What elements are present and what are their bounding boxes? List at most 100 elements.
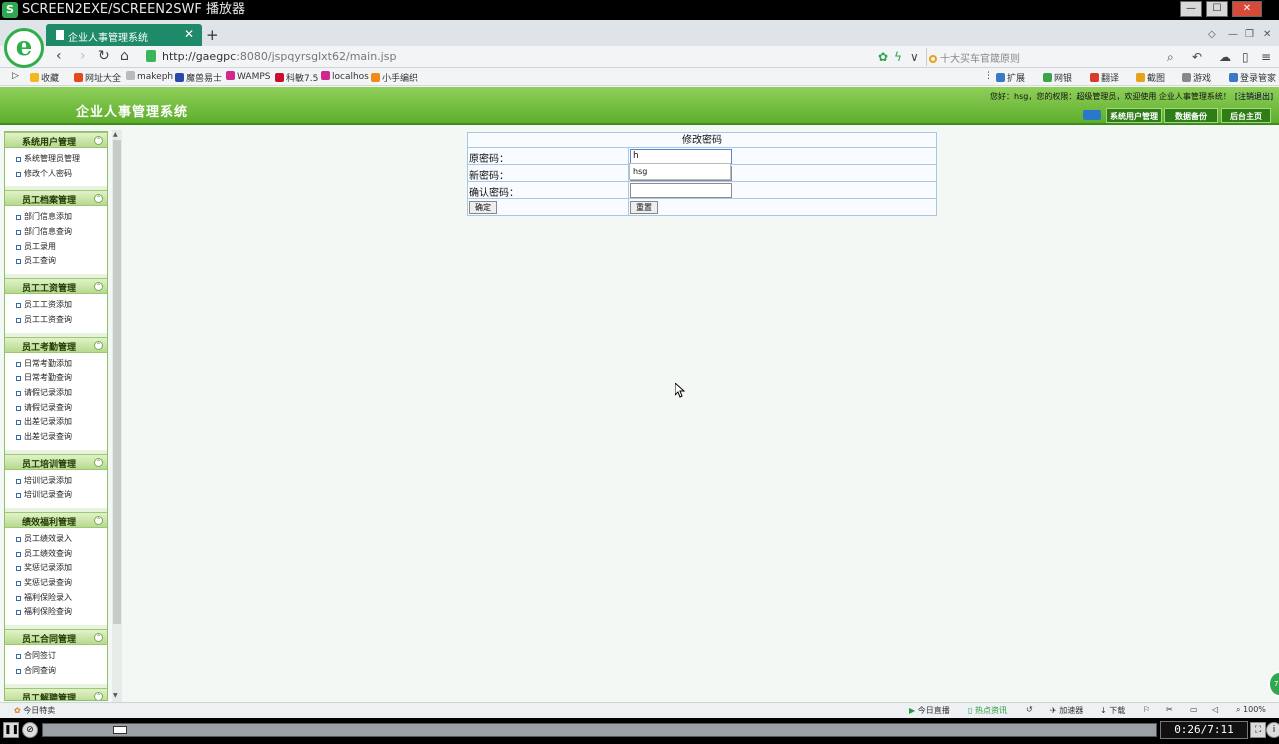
search-icon[interactable]: ⌕ bbox=[1167, 50, 1174, 65]
phone-icon[interactable]: ▯ bbox=[1242, 50, 1249, 64]
sidebar-item[interactable]: 请假记录添加 bbox=[5, 386, 107, 401]
lightning-icon[interactable]: ϟ bbox=[894, 50, 902, 64]
scroll-thumb[interactable] bbox=[113, 140, 121, 624]
floating-assistant-icon[interactable]: 7 bbox=[1268, 671, 1279, 697]
sidebar-item[interactable]: 系统管理员管理 bbox=[5, 152, 107, 167]
collapse-icon[interactable]: ⌃ bbox=[94, 516, 103, 525]
browser-logo-icon[interactable]: e bbox=[4, 28, 44, 68]
sidebar-item[interactable]: 培训记录添加 bbox=[5, 474, 107, 489]
status-zoom[interactable]: ⌕ 100% bbox=[1236, 705, 1266, 715]
chevron-down-icon[interactable]: ∨ bbox=[910, 50, 919, 64]
sidebar-group-header[interactable]: 员工工资管理 ⌃ bbox=[5, 278, 107, 295]
header-tab-data-backup[interactable]: 数据备份 bbox=[1164, 108, 1218, 123]
reload-icon[interactable]: ↻ bbox=[98, 48, 110, 64]
window-restore-icon[interactable]: ❐ bbox=[1245, 29, 1254, 40]
submit-button[interactable]: 确定 bbox=[469, 201, 497, 214]
sidebar-item[interactable]: 奖惩记录添加 bbox=[5, 561, 107, 576]
status-accelerator[interactable]: ✈ 加速器 bbox=[1050, 705, 1083, 716]
sidebar-item[interactable]: 部门信息查询 bbox=[5, 225, 107, 240]
status-news[interactable]: ▯ 热点资讯 bbox=[968, 705, 1007, 716]
minimize-button[interactable]: — bbox=[1180, 1, 1202, 17]
sidebar-item[interactable]: 员工绩效录入 bbox=[5, 532, 107, 547]
status-deals[interactable]: ✿ 今日特卖 bbox=[14, 705, 55, 716]
sidebar-item[interactable]: 福利保险查询 bbox=[5, 605, 107, 620]
forward-icon[interactable]: › bbox=[80, 48, 86, 64]
search-input[interactable]: 十大买车官箴原则 bbox=[926, 48, 1184, 66]
window-close-icon[interactable]: ✕ bbox=[1263, 29, 1271, 40]
bookmark-makeph[interactable]: makeph bbox=[126, 71, 173, 82]
sidebar-group-header[interactable]: 员工考勤管理 ⌃ bbox=[5, 336, 107, 353]
bookmark-moshou[interactable]: 魔兽易士 bbox=[175, 71, 222, 84]
toolbar-extensions[interactable]: 扩展 bbox=[996, 71, 1025, 84]
toolbar-screenshot[interactable]: 截图 bbox=[1136, 71, 1165, 84]
collapse-icon[interactable]: ⌃ bbox=[94, 194, 103, 204]
sidebar-group-header[interactable]: 员工解聘管理 ⌃ bbox=[5, 687, 107, 700]
old-password-input[interactable]: h bbox=[630, 149, 732, 164]
confirm-password-input[interactable] bbox=[630, 183, 732, 198]
collapse-icon[interactable]: ⌃ bbox=[94, 633, 103, 643]
stop-icon[interactable]: ⊘ bbox=[22, 722, 38, 738]
bookmark-kemin[interactable]: 科敏7.5 bbox=[275, 71, 318, 84]
logout-link[interactable]: [注销退出] bbox=[1235, 92, 1273, 101]
collapse-icon[interactable]: ⌃ bbox=[94, 691, 103, 700]
reset-button[interactable]: 重置 bbox=[630, 201, 658, 214]
sidebar-group-header[interactable]: 员工培训管理 ⌃ bbox=[5, 453, 107, 470]
scroll-up-icon[interactable]: ▲ bbox=[113, 131, 118, 138]
collapse-icon[interactable]: ⌃ bbox=[94, 340, 103, 350]
fullscreen-icon[interactable]: ⛶ bbox=[1250, 722, 1266, 738]
toolbar-more-icon[interactable]: ⋮ bbox=[984, 71, 993, 81]
sidebar-item[interactable]: 员工工资查询 bbox=[5, 313, 107, 328]
new-tab-icon[interactable]: + bbox=[206, 26, 219, 44]
sidebar-item[interactable]: 奖惩记录查询 bbox=[5, 576, 107, 591]
gear-icon[interactable]: ✿ bbox=[878, 50, 888, 64]
toolbar-translate[interactable]: 翻译 bbox=[1090, 71, 1119, 84]
sidebar-item[interactable]: 出差记录查询 bbox=[5, 430, 107, 445]
sidebar-item[interactable]: 合同签订 bbox=[5, 649, 107, 664]
status-window-icon[interactable]: ▭ bbox=[1190, 705, 1198, 714]
bookmark-favorites[interactable]: 收藏 bbox=[30, 71, 59, 84]
status-volume-icon[interactable]: ◁ bbox=[1212, 705, 1218, 714]
sidebar-item[interactable]: 员工工资添加 bbox=[5, 298, 107, 313]
scroll-down-icon[interactable]: ▼ bbox=[113, 692, 118, 699]
bookmark-site-nav[interactable]: 网址大全 bbox=[74, 71, 121, 84]
sidebar-item[interactable]: 员工查询 bbox=[5, 254, 107, 269]
url-input[interactable]: http://gaegpc:8080/jspqyrsglxt62/main.js… bbox=[144, 48, 870, 66]
status-refresh-icon[interactable]: ↺ bbox=[1026, 705, 1033, 714]
sidebar-item[interactable]: 请假记录查询 bbox=[5, 401, 107, 416]
collapse-icon[interactable]: ⌃ bbox=[94, 457, 103, 467]
sidebar-group-header[interactable]: 员工档案管理 ⌃ bbox=[5, 190, 107, 207]
sidebar-scrollbar[interactable]: ▲ ▼ bbox=[112, 130, 122, 702]
maximize-button[interactable]: ☐ bbox=[1206, 1, 1228, 17]
sidebar-item[interactable]: 员工绩效查询 bbox=[5, 547, 107, 562]
home-icon[interactable]: ⌂ bbox=[120, 48, 129, 64]
header-tab-user-management[interactable]: 系统用户管理 bbox=[1106, 108, 1162, 123]
seek-bar[interactable] bbox=[42, 723, 1157, 737]
bookmark-knitting[interactable]: 小手编织 bbox=[371, 71, 418, 84]
undo-icon[interactable]: ↶ bbox=[1192, 50, 1202, 64]
window-minimize-icon[interactable]: — bbox=[1228, 29, 1238, 40]
bookmark-localhost[interactable]: localhos bbox=[321, 71, 369, 82]
bookmarks-toggle-icon[interactable]: ▷ bbox=[12, 71, 19, 81]
status-download[interactable]: ↓ 下载 bbox=[1100, 705, 1125, 716]
autocomplete-suggestion[interactable]: hsg bbox=[629, 163, 731, 180]
sidebar-item[interactable]: 修改个人密码 bbox=[5, 167, 107, 182]
bookmark-wamps[interactable]: WAMPS bbox=[226, 71, 270, 82]
sidebar-group-header[interactable]: 绩效福利管理 ⌃ bbox=[5, 512, 107, 528]
tab-close-icon[interactable]: ✕ bbox=[184, 27, 194, 41]
browser-tab[interactable]: 企业人事管理系统 ✕ bbox=[46, 24, 202, 46]
seek-handle[interactable] bbox=[113, 726, 127, 734]
collapse-icon[interactable]: ⌃ bbox=[94, 282, 103, 292]
sidebar-item[interactable]: 福利保险录入 bbox=[5, 591, 107, 606]
status-live[interactable]: ▶ 今日直播 bbox=[909, 705, 950, 716]
close-button[interactable]: ✕ bbox=[1232, 1, 1262, 17]
pause-icon[interactable]: ❚❚ bbox=[3, 722, 19, 738]
back-icon[interactable]: ‹ bbox=[56, 48, 62, 64]
toolbar-ebank[interactable]: 网银 bbox=[1043, 71, 1072, 84]
menu-icon[interactable]: ≡ bbox=[1261, 50, 1271, 64]
status-flag-icon[interactable]: ⚐ bbox=[1143, 705, 1150, 714]
shirt-icon[interactable]: ◇ bbox=[1208, 29, 1216, 40]
collapse-icon[interactable]: ⌃ bbox=[94, 136, 103, 145]
sidebar-item[interactable]: 部门信息添加 bbox=[5, 210, 107, 225]
cloud-icon[interactable]: ☁ bbox=[1219, 50, 1231, 64]
toolbar-games[interactable]: 游戏 bbox=[1182, 71, 1211, 84]
